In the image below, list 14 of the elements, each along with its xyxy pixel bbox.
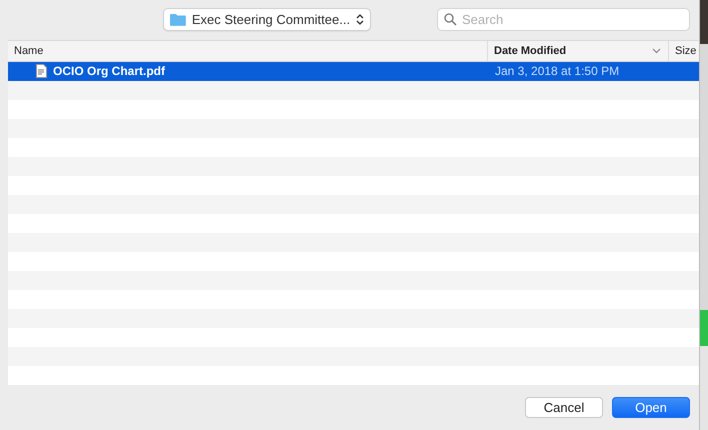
column-header[interactable]: Name xyxy=(8,40,487,61)
document-icon xyxy=(36,64,47,78)
stepper-icon xyxy=(356,13,364,26)
location-popup[interactable]: Exec Steering Committee... xyxy=(163,8,371,31)
folder-icon xyxy=(170,13,186,26)
cancel-button[interactable]: Cancel xyxy=(525,396,603,418)
file-name: OCIO Org Chart.pdf xyxy=(53,64,165,78)
search-field[interactable]: Search xyxy=(437,8,690,31)
file-row[interactable]: OCIO Org Chart.pdf Jan 3, 2018 at 1:50 PM xyxy=(8,62,699,81)
search-icon xyxy=(444,13,457,26)
date-modified: Jan 3, 2018 at 1:50 PM xyxy=(494,64,620,78)
open-button[interactable]: Open xyxy=(612,396,690,418)
column-header[interactable]: Date Modified xyxy=(487,40,668,61)
sort-chevron-icon xyxy=(652,48,661,54)
